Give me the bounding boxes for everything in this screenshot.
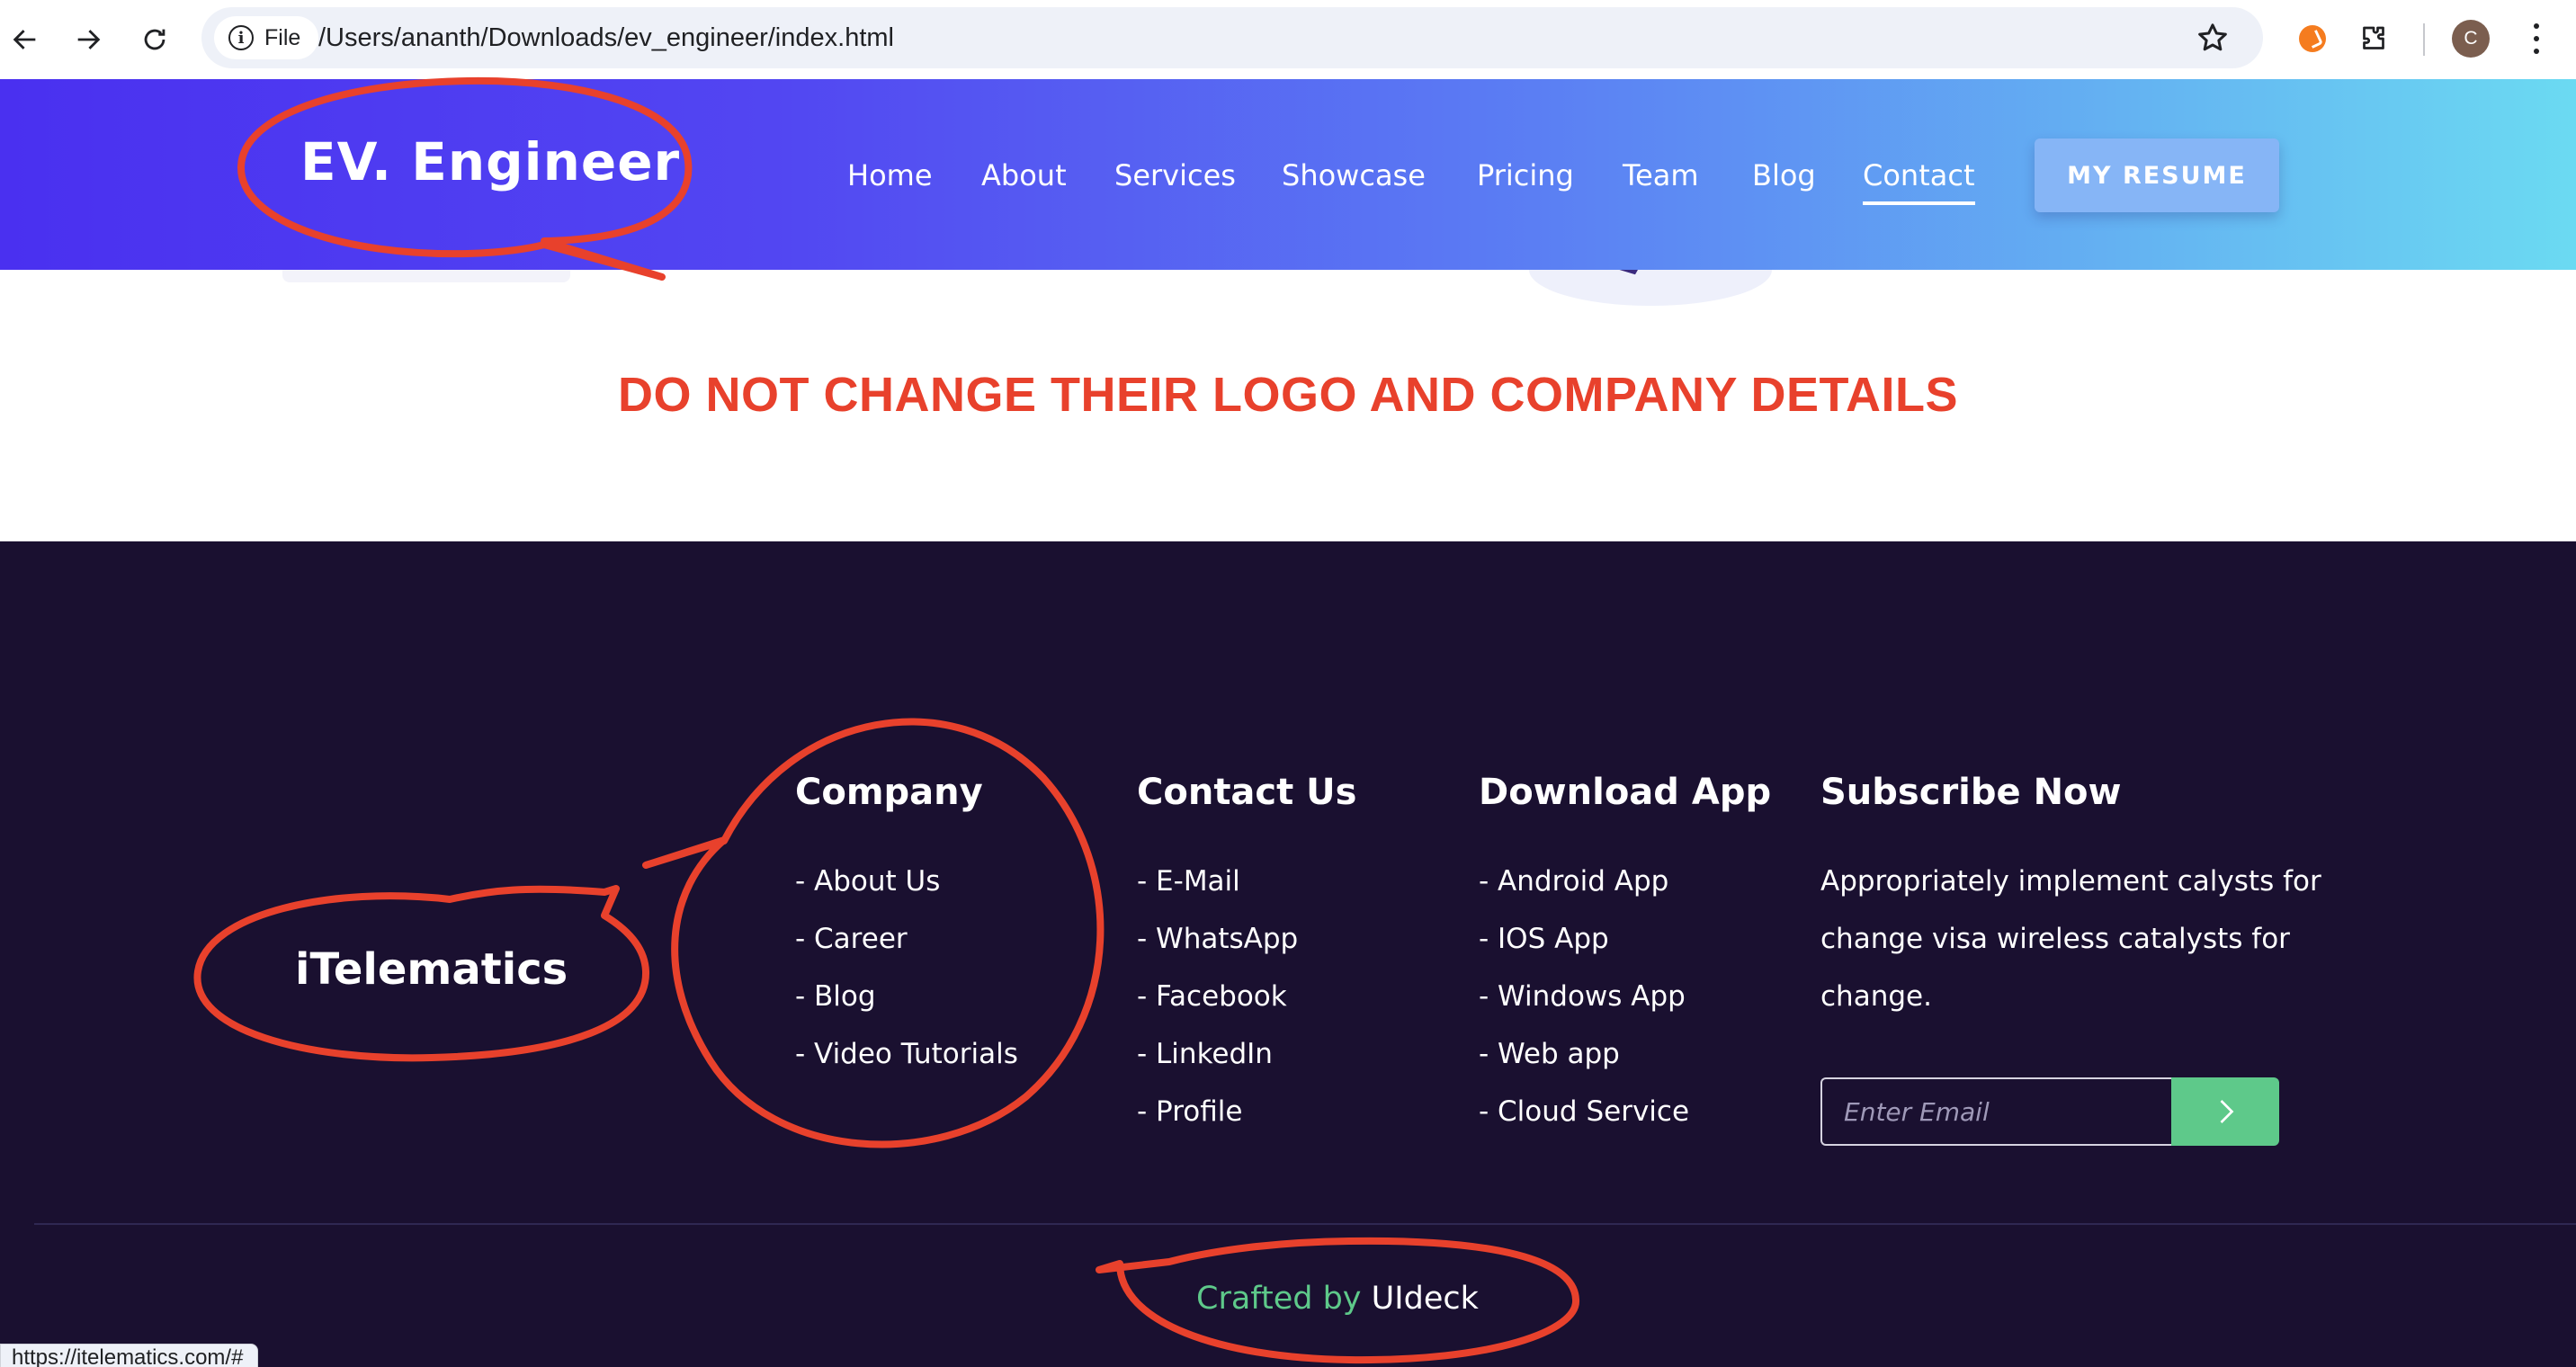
arrow-left-icon bbox=[13, 30, 36, 49]
bookmark-star-icon[interactable] bbox=[2195, 20, 2231, 56]
footer-link[interactable]: - Web app bbox=[1479, 1025, 1771, 1083]
back-button[interactable] bbox=[2, 16, 49, 63]
nav-home[interactable]: Home bbox=[847, 158, 933, 192]
footer-link[interactable]: - Android App bbox=[1479, 853, 1771, 910]
profile-avatar[interactable]: C bbox=[2452, 20, 2490, 58]
nav-about[interactable]: About bbox=[981, 158, 1067, 192]
toolbar-separator bbox=[2423, 23, 2425, 56]
footer-link[interactable]: - Profile bbox=[1137, 1083, 1356, 1140]
email-input[interactable] bbox=[1820, 1077, 2171, 1146]
credit-prefix: Crafted by bbox=[1196, 1281, 1362, 1317]
footer-link[interactable]: - About Us bbox=[795, 853, 1018, 910]
address-bar[interactable]: i File /Users/ananth/Downloads/ev_engine… bbox=[201, 7, 2263, 68]
extension-orange-icon[interactable] bbox=[2292, 18, 2333, 59]
subscribe-form bbox=[1820, 1077, 2279, 1146]
footer-link[interactable]: - Career bbox=[795, 910, 1018, 968]
nav-services[interactable]: Services bbox=[1114, 158, 1236, 192]
footer-column-download: Download App - Android App - IOS App - W… bbox=[1479, 772, 1771, 1140]
site-chip-label: File bbox=[264, 24, 301, 50]
footer-link[interactable]: - E-Mail bbox=[1137, 853, 1356, 910]
footer-link[interactable]: - IOS App bbox=[1479, 910, 1771, 968]
footer-link[interactable]: - Facebook bbox=[1137, 968, 1356, 1025]
browser-menu-icon[interactable] bbox=[2518, 20, 2554, 58]
site-header: EV. Engineer Home About Services Showcas… bbox=[0, 79, 2576, 270]
footer-credit: Crafted by UIdeck bbox=[1196, 1281, 1479, 1317]
footer-link[interactable]: - Blog bbox=[795, 968, 1018, 1025]
info-icon: i bbox=[228, 25, 254, 50]
decorative-shadow bbox=[282, 270, 570, 282]
footer-column-company: Company - About Us - Career - Blog - Vid… bbox=[795, 772, 1018, 1083]
footer-column-subscribe: Subscribe Now Appropriately implement ca… bbox=[1820, 772, 2324, 1025]
footer-column-title: Contact Us bbox=[1137, 772, 1357, 813]
footer-column-title: Download App bbox=[1479, 772, 1772, 813]
footer-link[interactable]: - Cloud Service bbox=[1479, 1083, 1771, 1140]
chevron-right-icon bbox=[2220, 1100, 2234, 1123]
arrow-right-icon bbox=[77, 30, 101, 49]
footer-divider bbox=[34, 1223, 2576, 1225]
reload-button[interactable] bbox=[131, 16, 178, 63]
footer-column-title: Company bbox=[795, 772, 983, 813]
nav-team[interactable]: Team bbox=[1623, 158, 1699, 192]
reload-icon bbox=[144, 29, 165, 50]
credit-link[interactable]: UIdeck bbox=[1372, 1281, 1479, 1317]
footer-link[interactable]: - LinkedIn bbox=[1137, 1025, 1356, 1083]
footer-link[interactable]: - WhatsApp bbox=[1137, 910, 1356, 968]
browser-toolbar: i File /Users/ananth/Downloads/ev_engine… bbox=[0, 0, 2576, 79]
url-text[interactable]: /Users/ananth/Downloads/ev_engineer/inde… bbox=[318, 7, 894, 68]
footer-column-title: Subscribe Now bbox=[1820, 772, 2122, 813]
extensions-puzzle-icon[interactable] bbox=[2353, 18, 2394, 59]
status-url-bubble: https://itelematics.com/# bbox=[0, 1344, 259, 1367]
nav-pricing[interactable]: Pricing bbox=[1477, 158, 1574, 192]
nav-blog[interactable]: Blog bbox=[1752, 158, 1816, 192]
subscribe-button[interactable] bbox=[2171, 1077, 2279, 1146]
content-section: DO NOT CHANGE THEIR LOGO AND COMPANY DET… bbox=[0, 270, 2576, 541]
footer-link[interactable]: - Windows App bbox=[1479, 968, 1771, 1025]
footer-brand-logo[interactable]: iTelematics bbox=[295, 944, 568, 995]
nav-contact[interactable]: Contact bbox=[1863, 158, 1975, 205]
footer-link[interactable]: - Video Tutorials bbox=[795, 1025, 1018, 1083]
footer-column-contact: Contact Us - E-Mail - WhatsApp - Faceboo… bbox=[1137, 772, 1356, 1140]
site-info-chip[interactable]: i File bbox=[214, 16, 319, 59]
notice-text: DO NOT CHANGE THEIR LOGO AND COMPANY DET… bbox=[617, 368, 1959, 422]
nav-showcase[interactable]: Showcase bbox=[1282, 158, 1426, 192]
decorative-blob bbox=[1529, 270, 1772, 306]
forward-button[interactable] bbox=[65, 16, 112, 63]
subscribe-description: Appropriately implement calysts for chan… bbox=[1820, 865, 2321, 1013]
my-resume-button[interactable]: MY RESUME bbox=[2035, 138, 2279, 212]
site-logo[interactable]: EV. Engineer bbox=[300, 131, 680, 192]
site-footer: iTelematics Company - About Us - Career … bbox=[0, 541, 2576, 1367]
